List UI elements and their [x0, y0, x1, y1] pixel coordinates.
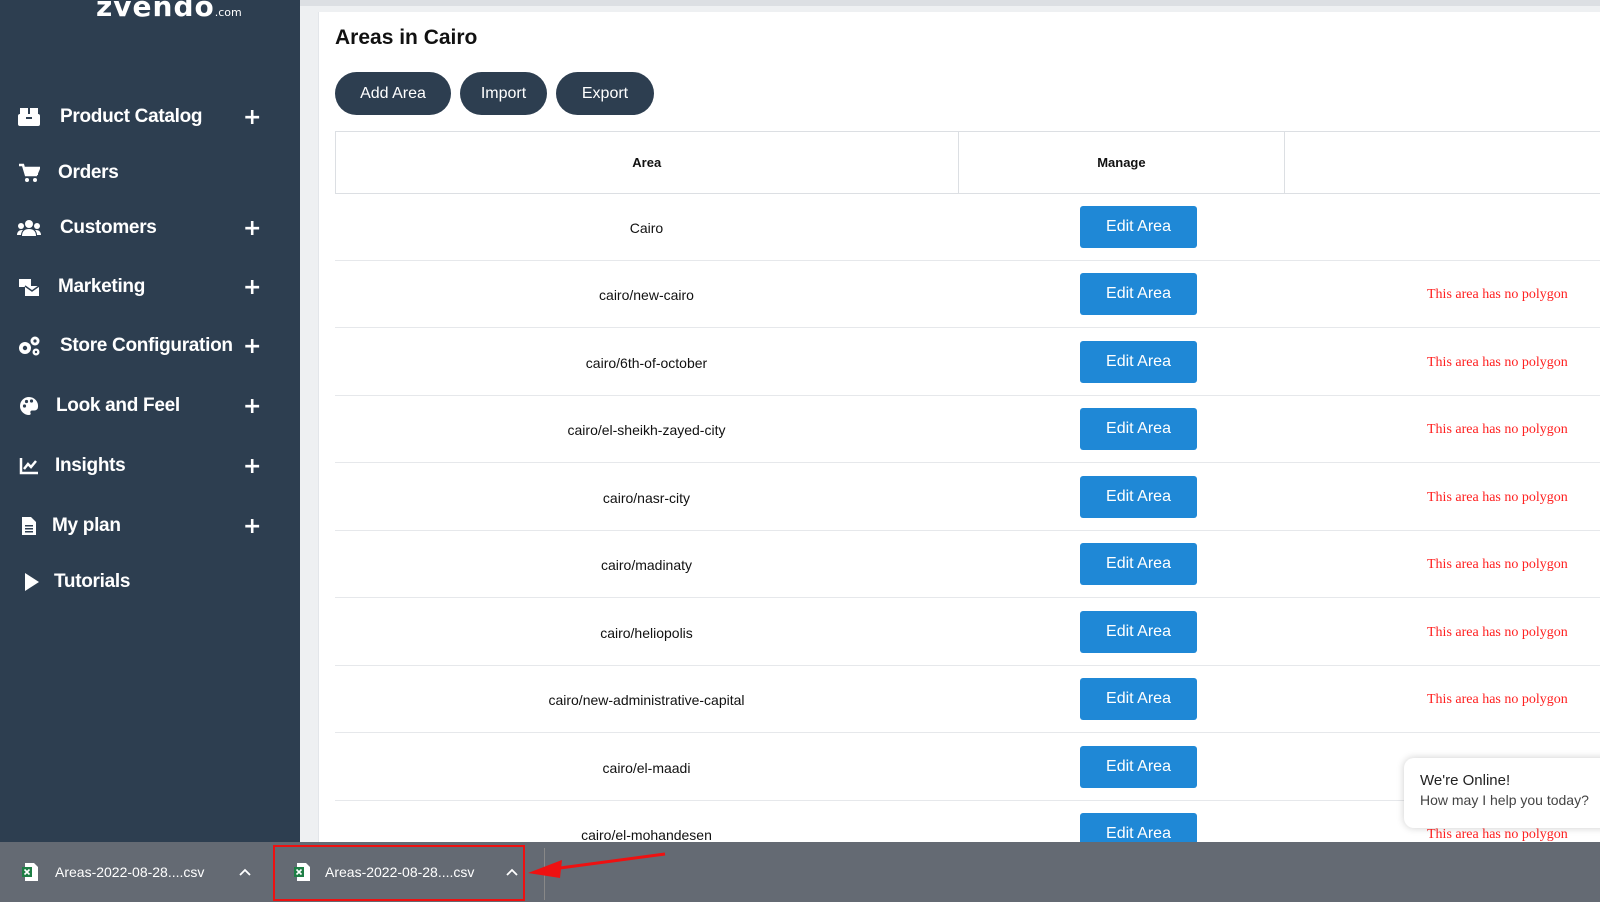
red-arrow-annotation: [528, 852, 666, 878]
users-icon: [17, 216, 41, 240]
sidebar-item-insights[interactable]: Insights +: [0, 446, 300, 486]
import-button[interactable]: Import: [460, 72, 547, 115]
sidebar-item-label: Look and Feel: [56, 395, 180, 416]
area-name: cairo/heliopolis: [600, 625, 693, 641]
sidebar: zvendo.com Product Catalog + Orders Cust…: [0, 0, 300, 842]
no-polygon-warning: This area has no polygon: [1427, 287, 1568, 302]
table-row: cairo/el-sheikh-zayed-city Edit Area Thi…: [335, 397, 1600, 463]
area-name: cairo/el-sheikh-zayed-city: [567, 422, 726, 438]
area-name: cairo/el-maadi: [602, 760, 691, 776]
sidebar-item-store-configuration[interactable]: Store Configuration +: [0, 326, 300, 366]
excel-file-icon: [22, 863, 38, 881]
edit-area-button[interactable]: Edit Area: [1080, 746, 1197, 788]
chevron-up-icon[interactable]: [235, 862, 255, 882]
area-name: cairo/new-administrative-capital: [548, 692, 745, 708]
plus-icon[interactable]: +: [243, 105, 261, 130]
table-row: cairo/madinaty Edit Area This area has n…: [335, 532, 1600, 598]
area-name: cairo/el-mohandesen: [581, 827, 712, 842]
boxes-icon: [17, 105, 41, 129]
download-highlight-box: [273, 845, 525, 901]
area-name: cairo/new-cairo: [599, 287, 694, 303]
logo[interactable]: zvendo.com: [96, 0, 242, 23]
export-button[interactable]: Export: [556, 72, 654, 115]
edit-area-button[interactable]: Edit Area: [1080, 813, 1197, 842]
download-filename: Areas-2022-08-28....csv: [55, 864, 205, 880]
edit-area-button[interactable]: Edit Area: [1080, 408, 1197, 450]
plus-icon[interactable]: +: [243, 334, 261, 359]
logo-suffix: .com: [214, 6, 242, 19]
header-manage: Manage: [959, 132, 1286, 193]
chat-subtitle: How may I help you today?: [1420, 792, 1589, 808]
edit-area-button[interactable]: Edit Area: [1080, 273, 1197, 315]
edit-area-button[interactable]: Edit Area: [1080, 611, 1197, 653]
sidebar-item-product-catalog[interactable]: Product Catalog +: [0, 97, 300, 137]
sidebar-item-label: Product Catalog: [60, 106, 203, 127]
sidebar-item-marketing[interactable]: Marketing +: [0, 267, 300, 307]
sidebar-item-label: Customers: [60, 217, 157, 238]
chat-title: We're Online!: [1420, 772, 1511, 789]
download-bar: Areas-2022-08-28....csv Areas-2022-08-28…: [0, 842, 1600, 902]
page-title: Areas in Cairo: [335, 26, 478, 49]
area-name: cairo/6th-of-october: [585, 355, 708, 371]
mail-bulk-icon: [17, 275, 41, 299]
edit-area-button[interactable]: Edit Area: [1080, 543, 1197, 585]
no-polygon-warning: This area has no polygon: [1427, 625, 1568, 640]
table-header: Area Manage: [335, 131, 1600, 194]
no-polygon-warning: This area has no polygon: [1427, 422, 1568, 437]
top-strip: [300, 0, 1600, 6]
sidebar-item-label: Store Configuration: [60, 335, 233, 356]
no-polygon-warning: This area has no polygon: [1427, 355, 1568, 370]
table-row: cairo/heliopolis Edit Area This area has…: [335, 600, 1600, 666]
main-card: Areas in Cairo Add Area Import Export Ar…: [318, 12, 1600, 842]
plus-icon[interactable]: +: [243, 275, 261, 300]
play-icon: [20, 570, 44, 594]
download-item[interactable]: Areas-2022-08-28....csv: [0, 842, 265, 902]
area-name: cairo/nasr-city: [602, 490, 691, 506]
sidebar-item-label: Insights: [55, 455, 126, 476]
table-row: cairo/nasr-city Edit Area This area has …: [335, 465, 1600, 531]
header-blank: [1285, 132, 1600, 193]
sidebar-item-label: My plan: [52, 515, 121, 536]
sidebar-item-label: Orders: [58, 162, 119, 183]
edit-area-button[interactable]: Edit Area: [1080, 341, 1197, 383]
palette-icon: [17, 394, 41, 418]
area-name: cairo/madinaty: [600, 557, 693, 573]
table-row: Cairo Edit Area: [335, 195, 1600, 261]
add-area-button[interactable]: Add Area: [335, 72, 451, 115]
sidebar-item-tutorials[interactable]: Tutorials: [0, 562, 300, 602]
table-row: cairo/new-administrative-capital Edit Ar…: [335, 667, 1600, 733]
plus-icon[interactable]: +: [243, 454, 261, 479]
area-name: Cairo: [629, 220, 664, 236]
cart-icon: [17, 161, 41, 185]
plus-icon[interactable]: +: [243, 514, 261, 539]
no-polygon-warning: This area has no polygon: [1427, 490, 1568, 505]
edit-area-button[interactable]: Edit Area: [1080, 206, 1197, 248]
no-polygon-warning: This area has no polygon: [1427, 692, 1568, 707]
cogs-icon: [17, 334, 41, 358]
edit-area-button[interactable]: Edit Area: [1080, 476, 1197, 518]
sidebar-item-orders[interactable]: Orders: [0, 153, 300, 193]
table-row: cairo/new-cairo Edit Area This area has …: [335, 262, 1600, 328]
document-icon: [17, 514, 41, 538]
logo-text: zvendo: [96, 0, 215, 23]
edit-area-button[interactable]: Edit Area: [1080, 678, 1197, 720]
plus-icon[interactable]: +: [243, 394, 261, 419]
sidebar-item-label: Tutorials: [54, 571, 131, 592]
no-polygon-warning: This area has no polygon: [1427, 557, 1568, 572]
line-chart-icon: [17, 454, 41, 478]
header-area: Area: [336, 132, 959, 193]
table-row: cairo/6th-of-october Edit Area This area…: [335, 330, 1600, 396]
sidebar-item-my-plan[interactable]: My plan +: [0, 506, 300, 546]
plus-icon[interactable]: +: [243, 216, 261, 241]
sidebar-item-look-and-feel[interactable]: Look and Feel +: [0, 386, 300, 426]
chat-popup[interactable]: We're Online! How may I help you today?: [1404, 758, 1600, 828]
sidebar-item-customers[interactable]: Customers +: [0, 208, 300, 248]
sidebar-item-label: Marketing: [58, 276, 146, 297]
